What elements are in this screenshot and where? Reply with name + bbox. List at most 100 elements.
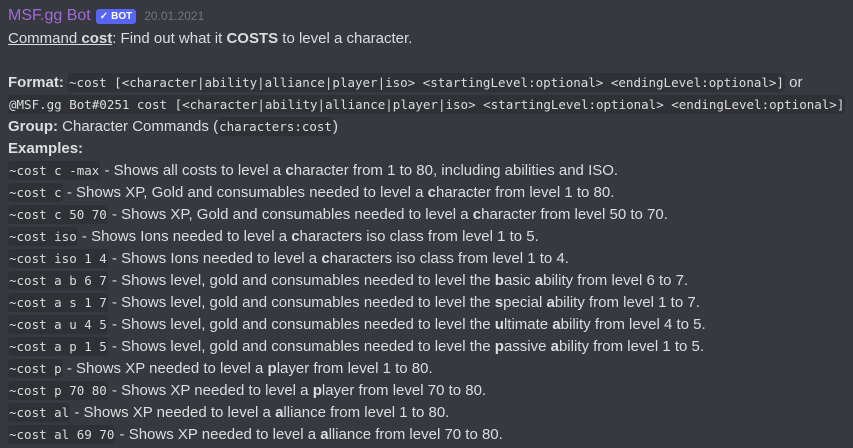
example-code: ~cost p <box>8 359 63 378</box>
format-syntax-2: @MSF.gg Bot#0251 cost [<character|abilit… <box>8 95 846 114</box>
intro-text-2: to level a character. <box>278 30 413 47</box>
example-item: ~cost a s 1 7 - Shows level, gold and co… <box>8 292 853 314</box>
example-code: ~cost al <box>8 403 71 422</box>
example-code: ~cost p 70 80 <box>8 381 108 400</box>
example-text: - Shows all costs to level a <box>100 162 286 179</box>
example-highlight: b <box>494 272 504 289</box>
bot-badge-label: BOT <box>111 10 133 22</box>
example-text: - Shows XP needed to level a <box>70 404 276 421</box>
examples-list: ~cost c -max - Shows all costs to level … <box>8 160 853 446</box>
example-text: haracter from level 1 to 80. <box>435 184 615 201</box>
group-text: Character Commands <box>58 118 214 135</box>
example-highlight: a <box>320 426 329 443</box>
example-text: haracters iso class from level 1 to 4. <box>329 250 569 267</box>
example-text: layer from level 1 to 80. <box>276 360 433 377</box>
example-highlight: a <box>552 316 561 333</box>
example-text: - Shows level, gold and consumables need… <box>107 338 495 355</box>
example-text: - Shows XP needed to level a <box>107 382 313 399</box>
example-text: lliance from level 1 to 80. <box>283 404 450 421</box>
example-code: ~cost al 69 70 <box>8 425 116 444</box>
example-item: ~cost p 70 80 - Shows XP needed to level… <box>8 380 853 402</box>
example-item: ~cost p - Shows XP needed to level a pla… <box>8 358 853 380</box>
example-highlight: p <box>312 382 322 399</box>
example-text: - Shows XP needed to level a <box>115 426 321 443</box>
intro-emphasis: COSTS <box>226 30 279 47</box>
example-highlight: c <box>285 162 294 179</box>
example-highlight: a <box>550 338 559 355</box>
example-code: ~cost c -max <box>8 161 101 180</box>
example-code: ~cost iso <box>8 227 78 246</box>
example-highlight: c <box>321 250 330 267</box>
example-code: ~cost a p 1 5 <box>8 337 108 356</box>
group-paren-close: ) <box>332 118 338 135</box>
intro-line: Command cost: Find out what it COSTS to … <box>8 28 853 50</box>
format-line: Format: ~cost [<character|ability|allian… <box>8 72 853 94</box>
group-line: Group: Character Commands (characters:co… <box>8 116 853 138</box>
example-text: - Shows Ions needed to level a <box>77 228 292 245</box>
timestamp: 20.01.2021 <box>144 9 205 23</box>
example-item: ~cost c -max - Shows all costs to level … <box>8 160 853 182</box>
intro-prefix: Command <box>8 30 82 47</box>
example-code: ~cost c 50 70 <box>8 205 108 224</box>
intro-command: cost <box>81 30 113 47</box>
example-item: ~cost iso 1 4 - Shows Ions needed to lev… <box>8 248 853 270</box>
bot-badge: ✓ BOT <box>95 8 137 24</box>
format-line-2: @MSF.gg Bot#0251 cost [<character|abilit… <box>8 94 853 116</box>
example-text: haracters iso class from level 1 to 5. <box>299 228 539 245</box>
example-text: bility from level 4 to 5. <box>560 316 706 333</box>
example-text: assive <box>503 338 551 355</box>
example-text: bility from level 6 to 7. <box>543 272 689 289</box>
examples-label: Examples: <box>8 140 84 157</box>
message-header: MSF.gg Bot ✓ BOT 20.01.2021 <box>8 4 853 28</box>
example-text: - Shows level, gold and consumables need… <box>107 294 495 311</box>
example-highlight: a <box>534 272 544 289</box>
example-item: ~cost a b 6 7 - Shows level, gold and co… <box>8 270 853 292</box>
example-item: ~cost a u 4 5 - Shows level, gold and co… <box>8 314 853 336</box>
example-text: asic <box>503 272 535 289</box>
message: MSF.gg Bot ✓ BOT 20.01.2021 Command cost… <box>0 0 853 446</box>
example-text: ltimate <box>503 316 553 333</box>
example-text: haracter from 1 to 80, including abiliti… <box>293 162 619 179</box>
group-label: Group: <box>8 118 58 135</box>
example-highlight: c <box>472 206 482 223</box>
examples-heading: Examples: <box>8 138 853 160</box>
example-text: - Shows Ions needed to level a <box>107 250 322 267</box>
example-text: bility from level 1 to 7. <box>554 294 700 311</box>
example-highlight: p <box>494 338 504 355</box>
example-highlight: a <box>546 294 555 311</box>
example-item: ~cost c 50 70 - Shows XP, Gold and consu… <box>8 204 853 226</box>
example-text: haracter from level 50 to 70. <box>481 206 668 223</box>
example-text: - Shows XP needed to level a <box>62 360 268 377</box>
example-text: - Shows level, gold and consumables need… <box>107 316 495 333</box>
example-item: ~cost iso - Shows Ions needed to level a… <box>8 226 853 248</box>
example-text: bility from level 1 to 5. <box>558 338 705 355</box>
example-code: ~cost a s 1 7 <box>8 293 108 312</box>
example-item: ~cost a p 1 5 - Shows level, gold and co… <box>8 336 853 358</box>
example-item: ~cost al 69 70 - Shows XP needed to leve… <box>8 424 853 446</box>
example-item: ~cost c - Shows XP, Gold and consumables… <box>8 182 853 204</box>
example-code: ~cost a u 4 5 <box>8 315 108 334</box>
author-name[interactable]: MSF.gg Bot <box>8 7 91 25</box>
example-text: - Shows XP, Gold and consumables needed … <box>62 184 428 201</box>
format-syntax-1: ~cost [<character|ability|alliance|playe… <box>68 73 785 92</box>
example-item: ~cost al - Shows XP needed to level a al… <box>8 402 853 424</box>
example-code: ~cost a b 6 7 <box>8 271 108 290</box>
check-icon: ✓ <box>99 10 109 22</box>
intro-text-1: Find out what it <box>116 30 227 47</box>
example-text: pecial <box>503 294 547 311</box>
example-text: - Shows level, gold and consumables need… <box>107 272 495 289</box>
group-code: characters:cost <box>218 117 333 136</box>
format-label: Format: <box>8 74 64 91</box>
example-highlight: s <box>494 294 504 311</box>
example-text: lliance from level 70 to 80. <box>328 426 503 443</box>
example-highlight: c <box>427 184 436 201</box>
example-text: - Shows XP, Gold and consumables needed … <box>107 206 473 223</box>
example-code: ~cost c <box>8 183 63 202</box>
example-text: layer from level 70 to 80. <box>321 382 487 399</box>
format-or: or <box>784 74 803 91</box>
example-code: ~cost iso 1 4 <box>8 249 108 268</box>
example-highlight: c <box>291 228 300 245</box>
example-highlight: u <box>494 316 504 333</box>
example-highlight: p <box>267 360 277 377</box>
